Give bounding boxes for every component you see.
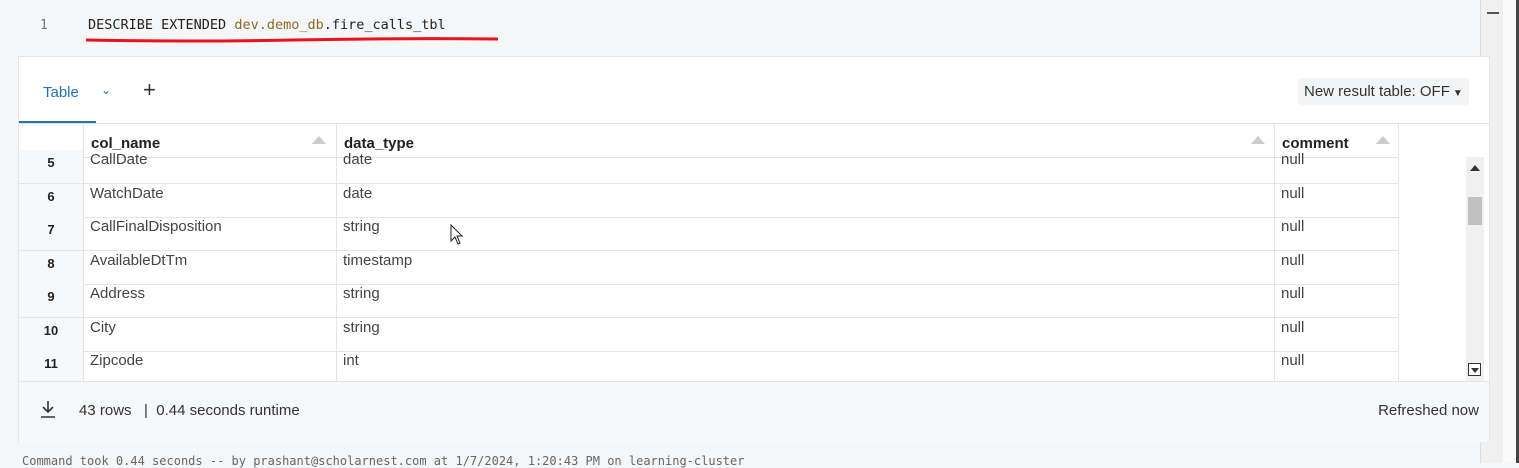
cell-col-name[interactable]: CallDate bbox=[84, 150, 337, 183]
row-number[interactable]: 8 bbox=[19, 250, 84, 284]
sql-table: .fire_calls_tbl bbox=[323, 17, 446, 33]
cell-comment-text: null bbox=[1281, 151, 1305, 168]
result-footer: 43 rows | 0.44 seconds runtime Refreshed… bbox=[19, 381, 1489, 442]
cell-comment[interactable]: null bbox=[1275, 183, 1399, 217]
add-tab-button[interactable]: + bbox=[143, 77, 156, 103]
cell-comment-text: null bbox=[1281, 352, 1305, 369]
red-underline-annotation bbox=[86, 37, 498, 43]
cell-comment-text: null bbox=[1281, 318, 1305, 336]
cell-col-name[interactable]: City bbox=[84, 317, 337, 351]
row-number[interactable]: 6 bbox=[19, 183, 84, 217]
cell-data-type-text: timestamp bbox=[343, 251, 413, 269]
refreshed-status: Refreshed now bbox=[1378, 402, 1479, 419]
runtime: 0.44 seconds runtime bbox=[156, 402, 300, 419]
row-number[interactable]: 9 bbox=[19, 284, 84, 317]
tab-table[interactable]: Table bbox=[43, 84, 79, 101]
cell-col-name-text: AvailableDtTm bbox=[90, 251, 188, 269]
table-row[interactable]: 11 Zipcode int null bbox=[19, 351, 1399, 382]
cell-col-name[interactable]: WatchDate bbox=[84, 183, 337, 217]
cell-col-name[interactable]: Zipcode bbox=[84, 351, 337, 382]
cell-data-type[interactable]: string bbox=[337, 317, 1275, 351]
row-number-text: 10 bbox=[43, 322, 59, 338]
row-number-text: 11 bbox=[44, 356, 58, 371]
cell-col-name-text: CallFinalDisposition bbox=[90, 218, 222, 235]
new-result-table-toggle[interactable]: New result table: OFF ▼ bbox=[1298, 78, 1469, 105]
cell-comment[interactable]: null bbox=[1275, 351, 1399, 382]
cell-data-type-text: int bbox=[343, 352, 359, 369]
cell-comment[interactable]: null bbox=[1275, 150, 1399, 183]
cell-col-name[interactable]: AvailableDtTm bbox=[84, 250, 337, 284]
cell-col-name-text: CallDate bbox=[90, 151, 148, 168]
table-row[interactable]: 9 Address string null bbox=[19, 284, 1399, 318]
result-panel: Table ⌄ + New result table: OFF ▼ col_nam… bbox=[18, 56, 1490, 442]
sql-keyword: DESCRIBE EXTENDED bbox=[88, 17, 235, 33]
cell-col-name[interactable]: CallFinalDisposition bbox=[84, 217, 337, 250]
cell-data-type-text: date bbox=[343, 184, 373, 202]
row-number-text: 8 bbox=[47, 255, 55, 271]
row-number[interactable]: 11 bbox=[19, 351, 84, 382]
cell-comment[interactable]: null bbox=[1275, 284, 1399, 317]
table-row[interactable]: 8 AvailableDtTm timestamp null bbox=[19, 250, 1399, 285]
table-row[interactable]: 6 WatchDate date null bbox=[19, 183, 1399, 218]
sql-schema: dev.demo_db bbox=[234, 17, 324, 33]
row-number-text: 7 bbox=[47, 222, 55, 237]
chevron-down-icon[interactable]: ⌄ bbox=[101, 83, 111, 97]
cell-data-type-text: string bbox=[343, 285, 380, 302]
scroll-down-arrow-icon[interactable] bbox=[1468, 363, 1481, 376]
cell-data-type-text: string bbox=[343, 218, 380, 235]
command-status-line: Command took 0.44 seconds -- by prashant… bbox=[22, 454, 745, 468]
cell-comment[interactable]: null bbox=[1275, 250, 1399, 284]
row-number[interactable]: 10 bbox=[19, 317, 84, 351]
toggle-label: New result table: OFF bbox=[1304, 83, 1450, 100]
mouse-cursor-icon bbox=[450, 224, 464, 245]
row-count: 43 rows bbox=[79, 402, 132, 419]
cell-data-type[interactable]: timestamp bbox=[337, 250, 1275, 284]
cell-col-name-text: Address bbox=[90, 285, 146, 302]
cell-comment[interactable]: null bbox=[1275, 217, 1399, 250]
table-row[interactable]: 10 City string null bbox=[19, 317, 1399, 352]
cell-data-type[interactable]: date bbox=[337, 150, 1275, 183]
sort-icon[interactable] bbox=[312, 136, 326, 144]
download-icon[interactable] bbox=[39, 399, 57, 419]
row-number-text: 5 bbox=[47, 155, 55, 170]
cell-data-type-text: string bbox=[343, 318, 380, 336]
cell-data-type[interactable]: date bbox=[337, 183, 1275, 217]
cell-data-type-text: date bbox=[343, 151, 373, 168]
scrollbar-thumb[interactable] bbox=[1468, 197, 1482, 225]
cell-col-name-text: WatchDate bbox=[90, 184, 164, 202]
scrollbar-grip-icon bbox=[1487, 12, 1499, 14]
cell-col-name-text: City bbox=[90, 318, 116, 336]
result-table: col_name data_type comment 5 CallDate date… bbox=[19, 123, 1489, 382]
cell-col-name[interactable]: Address bbox=[84, 284, 337, 317]
cell-comment-text: null bbox=[1281, 285, 1305, 302]
scroll-up-arrow-icon[interactable] bbox=[1470, 165, 1480, 171]
cell-comment-text: null bbox=[1281, 218, 1305, 235]
sql-code-line[interactable]: DESCRIBE EXTENDED dev.demo_db.fire_calls… bbox=[88, 17, 446, 33]
cell-comment-text: null bbox=[1281, 251, 1305, 269]
sort-icon[interactable] bbox=[1376, 136, 1390, 144]
cell-comment[interactable]: null bbox=[1275, 317, 1399, 351]
cell-col-name-text: Zipcode bbox=[90, 352, 144, 369]
row-number[interactable]: 7 bbox=[19, 217, 84, 250]
line-number: 1 bbox=[40, 18, 48, 33]
sort-icon[interactable] bbox=[1251, 136, 1265, 144]
table-row[interactable]: 5 CallDate date null bbox=[19, 150, 1399, 184]
cell-data-type[interactable]: string bbox=[337, 217, 1275, 250]
chevron-down-icon: ▼ bbox=[1452, 88, 1463, 99]
row-number[interactable]: 5 bbox=[19, 150, 84, 183]
cell-comment-text: null bbox=[1281, 184, 1305, 202]
table-row[interactable]: 7 CallFinalDisposition string null bbox=[19, 217, 1399, 251]
row-count-runtime: 43 rows | 0.44 seconds runtime bbox=[79, 402, 300, 419]
cell-data-type[interactable]: int bbox=[337, 351, 1275, 382]
row-number-text: 6 bbox=[47, 188, 55, 204]
cell-data-type[interactable]: string bbox=[337, 284, 1275, 317]
table-scrollbar[interactable] bbox=[1466, 157, 1484, 381]
row-number-text: 9 bbox=[47, 289, 55, 304]
